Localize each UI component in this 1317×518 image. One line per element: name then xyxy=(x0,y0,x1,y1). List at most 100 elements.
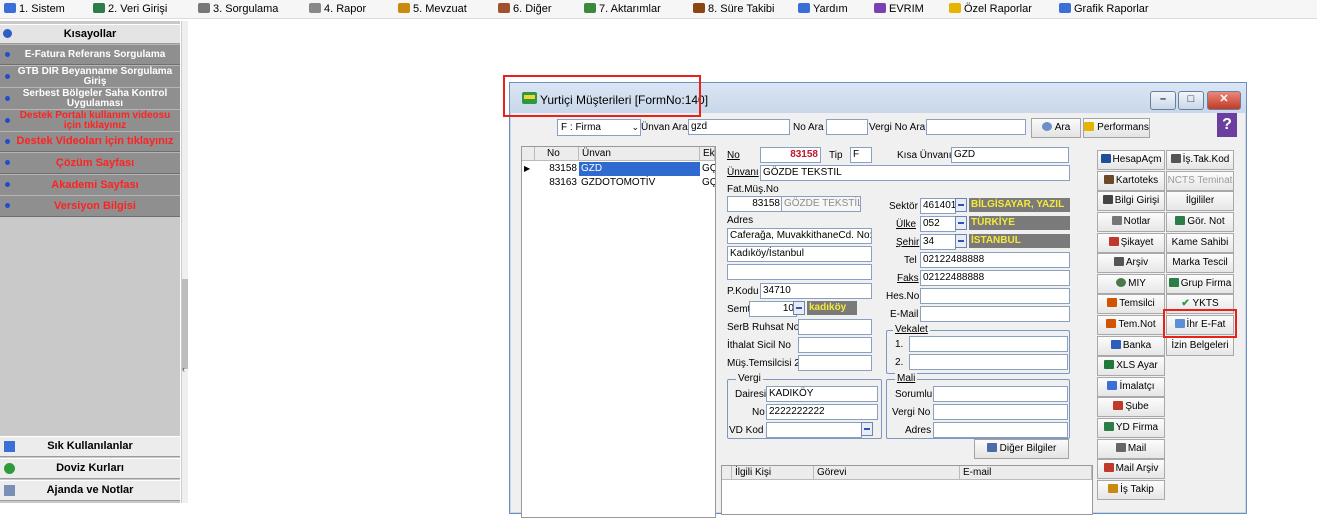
menu-yardim[interactable]: Yardım xyxy=(798,2,848,16)
tem-not-button[interactable]: Tem.Not xyxy=(1097,315,1165,335)
type-select[interactable]: F : Firma ⌄ xyxy=(557,119,641,136)
contact-header-email[interactable]: E-mail xyxy=(960,466,1092,480)
grid-header-unvan[interactable]: Ünvan xyxy=(579,147,700,161)
no-ara-input[interactable] xyxy=(826,119,868,135)
hes-no-field[interactable] xyxy=(920,288,1070,304)
adres-line-3[interactable] xyxy=(727,264,872,280)
notlar-button[interactable]: Notlar xyxy=(1097,212,1165,232)
unvan-ara-input[interactable]: gzd xyxy=(688,119,790,135)
mali-vergi-no-field[interactable] xyxy=(933,404,1068,420)
menu-sure-takibi[interactable]: 8. Süre Takibi xyxy=(693,2,774,16)
yd-firma-button[interactable]: YD Firma xyxy=(1097,418,1165,438)
serb-ruhsat-field[interactable] xyxy=(798,319,872,335)
mail-arsiv-button[interactable]: Mail Arşiv xyxy=(1097,459,1165,479)
maximize-button[interactable]: □ xyxy=(1178,91,1204,110)
sidebar-item-versiyon-bilgisi[interactable]: Versiyon Bilgisi xyxy=(0,195,180,217)
close-button[interactable]: ✕ xyxy=(1207,91,1241,110)
xls-ayar-button[interactable]: XLS Ayar xyxy=(1097,356,1165,376)
menu-aktarimlar[interactable]: 7. Aktarımlar xyxy=(584,2,661,16)
sektor-picker-icon[interactable] xyxy=(955,198,967,212)
kisa-unvani-field[interactable]: GZD xyxy=(951,147,1069,163)
faks-field[interactable]: 02122488888 xyxy=(920,270,1070,286)
ara-button[interactable]: Ara xyxy=(1031,118,1081,138)
minimize-button[interactable]: – xyxy=(1150,91,1176,110)
gor-not-button[interactable]: Gör. Not xyxy=(1166,212,1234,232)
mali-adres-field[interactable] xyxy=(933,422,1068,438)
no-field[interactable]: 83158 xyxy=(760,147,821,163)
email-field[interactable] xyxy=(920,306,1070,322)
kartoteks-button[interactable]: Kartoteks xyxy=(1097,171,1165,191)
sidebar-splitter[interactable]: ‹ xyxy=(181,21,188,503)
vekalet-2-field[interactable] xyxy=(909,354,1068,370)
sehir-picker-icon[interactable] xyxy=(955,234,967,248)
ulke-picker-icon[interactable] xyxy=(955,216,967,230)
banka-button[interactable]: Banka xyxy=(1097,336,1165,356)
bilgi-girisi-button[interactable]: Bilgi Girişi xyxy=(1097,191,1165,211)
collapse-arrow-icon[interactable]: ‹ xyxy=(182,365,185,374)
sikayet-button[interactable]: Şikayet xyxy=(1097,233,1165,253)
mali-sorumlu-field[interactable] xyxy=(933,386,1068,402)
is-tak-kod-button[interactable]: İş.Tak.Kod xyxy=(1166,150,1234,170)
menu-veri-girisi[interactable]: 2. Veri Girişi xyxy=(93,2,167,16)
unvani-field[interactable]: GÖZDE TEKSTIL xyxy=(760,165,1070,181)
menu-diger[interactable]: 6. Diğer xyxy=(498,2,552,16)
sidebar-item-efatura[interactable]: E-Fatura Referans Sorgulama xyxy=(0,44,180,65)
menu-rapor[interactable]: 4. Rapor xyxy=(309,2,366,16)
menu-sorgulama[interactable]: 3. Sorgulama xyxy=(198,2,278,16)
menu-mevzuat[interactable]: 5. Mevzuat xyxy=(398,2,467,16)
sidebar-item-gtb-dir[interactable]: GTB DIR Beyanname Sorgulama Giriş xyxy=(0,65,180,88)
semt-picker-icon[interactable] xyxy=(793,301,805,315)
grid-header-ek[interactable]: Ek xyxy=(700,147,715,161)
kame-sahibi-button[interactable]: Kamе Sahibi xyxy=(1166,233,1234,253)
is-takip-button[interactable]: İş Takip xyxy=(1097,480,1165,500)
mail-button[interactable]: Mail xyxy=(1097,439,1165,459)
vergi-dairesi-field[interactable]: KADIKÖY xyxy=(766,386,878,402)
sidebar-ajanda-notlar[interactable]: Ajanda ve Notlar xyxy=(0,480,180,501)
miy-button[interactable]: MIY xyxy=(1097,274,1165,294)
ilgililer-button[interactable]: İlgililer xyxy=(1166,191,1234,211)
semt-code-field[interactable]: 10 xyxy=(749,301,797,317)
vd-kod-picker-icon[interactable] xyxy=(861,422,873,436)
sidebar-item-destek-portali[interactable]: Destek Portalı kullanım videosu için tık… xyxy=(0,109,180,132)
sidebar-sik-kullanilanlar[interactable]: Sık Kullanılanlar xyxy=(0,436,180,457)
splitter-grip[interactable] xyxy=(182,279,188,369)
imalatci-button[interactable]: İmalatçı xyxy=(1097,377,1165,397)
sidebar-item-cozum-sayfasi[interactable]: Çözüm Sayfası xyxy=(0,152,180,174)
adres-line-1[interactable]: Caferağa, MuvakkithaneCd. No:9 xyxy=(727,228,872,244)
marka-tescil-button[interactable]: Marka Tescil xyxy=(1166,253,1234,273)
sektor-code-field[interactable]: 461401 xyxy=(920,198,956,214)
sidebar-item-akademi-sayfasi[interactable]: Akademi Sayfası xyxy=(0,174,180,196)
diger-bilgiler-button[interactable]: Diğer Bilgiler xyxy=(974,439,1069,459)
ulke-code-field[interactable]: 052 xyxy=(920,216,956,232)
grup-firma-button[interactable]: Grup Firma xyxy=(1166,274,1234,294)
menu-sistem[interactable]: 1. Sistem xyxy=(4,2,65,16)
grid-header-no[interactable]: No xyxy=(535,147,579,161)
ithalat-sicil-field[interactable] xyxy=(798,337,872,353)
menu-ozel-raporlar[interactable]: Özel Raporlar xyxy=(949,2,1032,16)
vergi-no-ara-input[interactable] xyxy=(926,119,1026,135)
arsiv-button[interactable]: Arşiv xyxy=(1097,253,1165,273)
mus-temsilcisi-field[interactable] xyxy=(798,355,872,371)
contact-header-ilgili-kisi[interactable]: İlgili Kişi xyxy=(732,466,814,480)
sidebar-item-serbest-bolgeler[interactable]: Serbest Bölgeler Saha Kontrol Uygulaması xyxy=(0,87,180,110)
vekalet-1-field[interactable] xyxy=(909,336,1068,352)
performans-button[interactable]: Performans xyxy=(1083,118,1150,138)
hesapacm-button[interactable]: HesapAçm xyxy=(1097,150,1165,170)
menu-evrim[interactable]: EVRIM xyxy=(874,2,924,16)
izin-belgeleri-button[interactable]: İzin Belgeleri xyxy=(1166,336,1234,356)
temsilci-button[interactable]: Temsilci xyxy=(1097,294,1165,314)
help-question-icon[interactable]: ? xyxy=(1217,113,1237,137)
p-kodu-field[interactable]: 34710 xyxy=(760,283,872,299)
sube-button[interactable]: Şube xyxy=(1097,397,1165,417)
menu-grafik-raporlar[interactable]: Grafik Raporlar xyxy=(1059,2,1149,16)
adres-line-2[interactable]: Kadıköy/İstanbul xyxy=(727,246,872,262)
sidebar-item-destek-videolari[interactable]: Destek Videoları için tıklayınız xyxy=(0,131,180,152)
vergi-no-field[interactable]: 2222222222 xyxy=(766,404,878,420)
tel-field[interactable]: 02122488888 xyxy=(920,252,1070,268)
sidebar-doviz-kurlari[interactable]: Doviz Kurları xyxy=(0,458,180,479)
tip-field[interactable]: F xyxy=(850,147,872,163)
fat-mus-no-field[interactable]: 83158 xyxy=(727,196,783,212)
vd-kod-field[interactable] xyxy=(766,422,862,438)
contact-header-gorevi[interactable]: Görevi xyxy=(814,466,960,480)
sehir-code-field[interactable]: 34 xyxy=(920,234,956,250)
